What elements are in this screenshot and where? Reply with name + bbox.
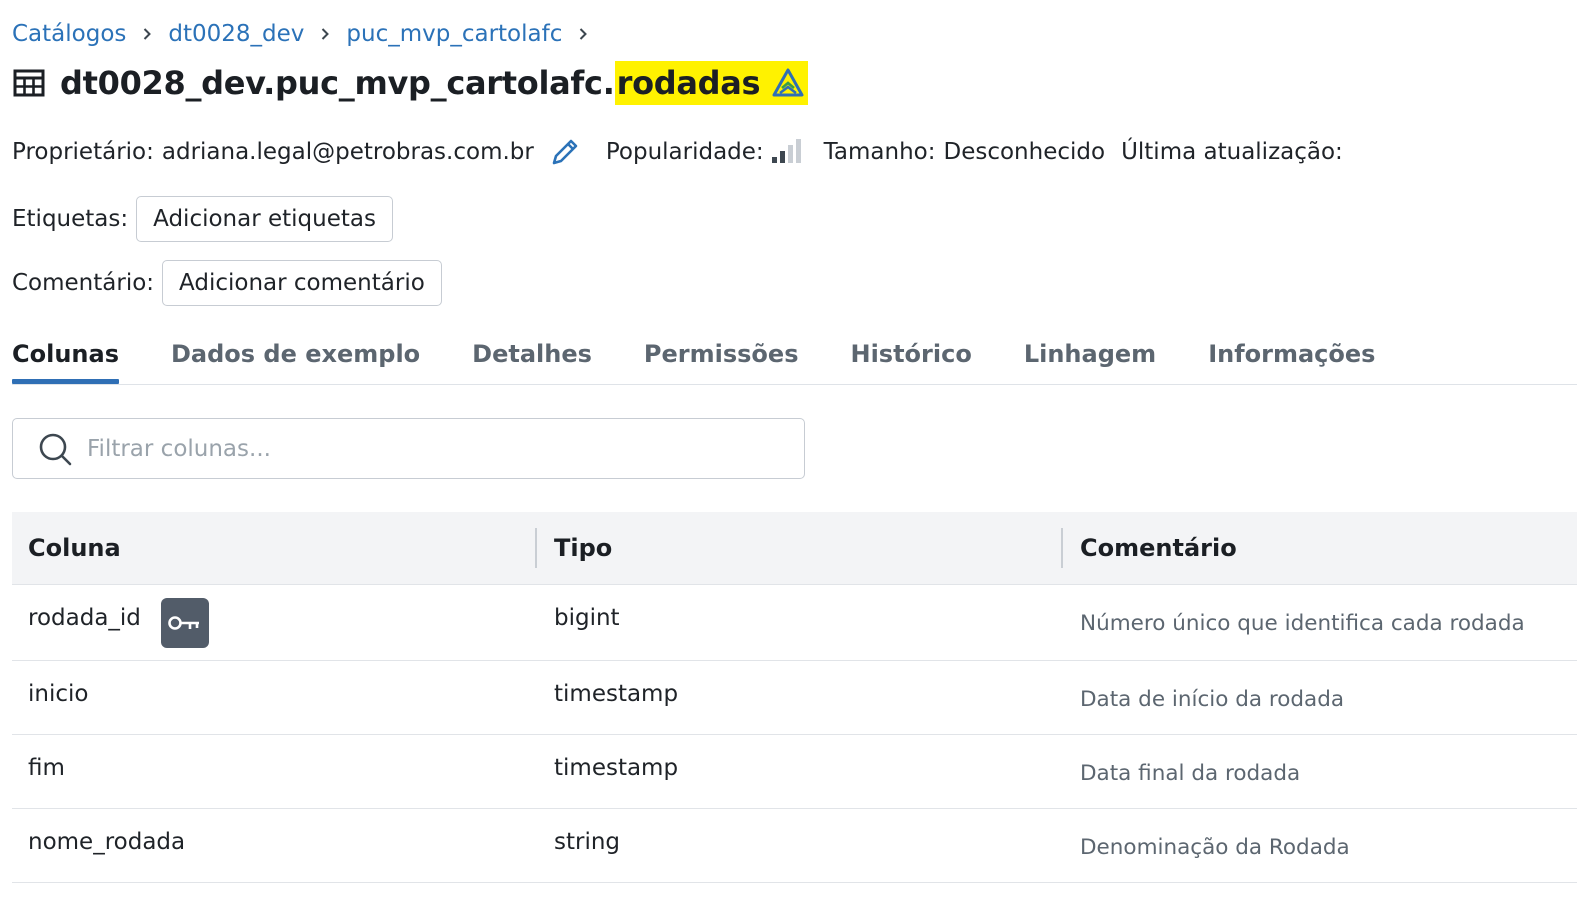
cell-column-name: fim [28,755,65,781]
header-column[interactable]: Coluna [28,512,121,584]
cell-column-name: nome_rodada [28,829,186,855]
add-tags-button[interactable]: Adicionar etiquetas [136,196,393,242]
tags-row: Etiquetas: Adicionar etiquetas [12,195,393,243]
tab-insights[interactable]: Informações [1208,330,1375,380]
cell-type: timestamp [554,755,679,781]
comment-row: Comentário: Adicionar comentário [12,259,442,307]
tags-label: Etiquetas: [12,206,129,232]
size-label: Tamanho: [823,139,936,165]
breadcrumb: Catálogos dt0028_dev puc_mvp_cartolafc [12,16,604,52]
primary-key-badge[interactable] [161,598,209,648]
comment-label: Comentário: [12,270,155,296]
popularity-bars-icon [770,138,802,166]
title-highlight: rodadas [614,61,809,105]
size-value: Desconhecido [943,139,1106,165]
page: Catálogos dt0028_dev puc_mvp_cartolafc d… [0,0,1577,910]
chevron-right-icon [304,16,346,52]
title-prefix: dt0028_dev.puc_mvp_cartolafc. [60,64,615,102]
header-comment[interactable]: Comentário [1080,512,1237,584]
tab-history[interactable]: Histórico [850,330,971,380]
key-icon [168,616,199,630]
table-row: rodada_id bigint Número único que identi… [12,585,1577,661]
header-type[interactable]: Tipo [554,512,612,584]
tab-sample-data[interactable]: Dados de exemplo [171,330,420,380]
table-row: nome_rodada string Denominação da Rodada [12,809,1577,883]
popularity-label: Popularidade: [605,139,764,165]
breadcrumb-item-catalog[interactable]: dt0028_dev [168,21,304,47]
search-icon [37,431,73,467]
column-divider[interactable] [535,528,537,568]
last-update-label: Última atualização: [1121,139,1343,165]
pencil-icon[interactable] [548,135,582,169]
cell-column-name: inicio [28,681,89,707]
delta-table-icon [772,67,804,99]
table-row: fim timestamp Data final da rodada [12,735,1577,809]
table-header: Coluna Tipo Comentário [12,512,1577,585]
tab-permissions[interactable]: Permissões [644,330,799,380]
tab-details[interactable]: Detalhes [472,330,592,380]
owner-value: adriana.legal@petrobras.com.br [161,139,534,165]
cell-column-name: rodada_id [28,605,141,631]
breadcrumb-item-schema[interactable]: puc_mvp_cartolafc [346,21,562,47]
chevron-right-icon [126,16,168,52]
filter-columns-input[interactable] [85,434,769,463]
tab-lineage[interactable]: Linhagem [1024,330,1156,380]
title-table-name: rodadas [616,64,761,102]
owner-label: Proprietário: [12,139,154,165]
table-icon [12,66,46,100]
cell-type: timestamp [554,681,679,707]
column-filter[interactable] [12,418,805,479]
table-row: inicio timestamp Data de início da rodad… [12,661,1577,735]
cell-comment: Denominação da Rodada [1080,835,1350,860]
cell-type: string [554,829,621,855]
cell-comment: Número único que identifica cada rodada [1080,611,1525,636]
page-title: dt0028_dev.puc_mvp_cartolafc. rodadas [12,58,809,108]
column-divider[interactable] [1061,528,1063,568]
tab-bar: Colunas Dados de exemplo Detalhes Permis… [12,330,1577,385]
cell-type: bigint [554,605,620,631]
cell-comment: Data final da rodada [1080,761,1301,786]
chevron-right-icon[interactable] [562,16,604,52]
add-comment-button[interactable]: Adicionar comentário [162,260,442,306]
cell-comment: Data de início da rodada [1080,687,1345,712]
columns-table: Coluna Tipo Comentário rodada_id bigint … [12,512,1577,883]
tab-columns[interactable]: Colunas [12,330,119,384]
breadcrumb-item-catalogs[interactable]: Catálogos [12,21,126,47]
table-metadata: Proprietário: adriana.legal@petrobras.co… [12,130,1343,174]
